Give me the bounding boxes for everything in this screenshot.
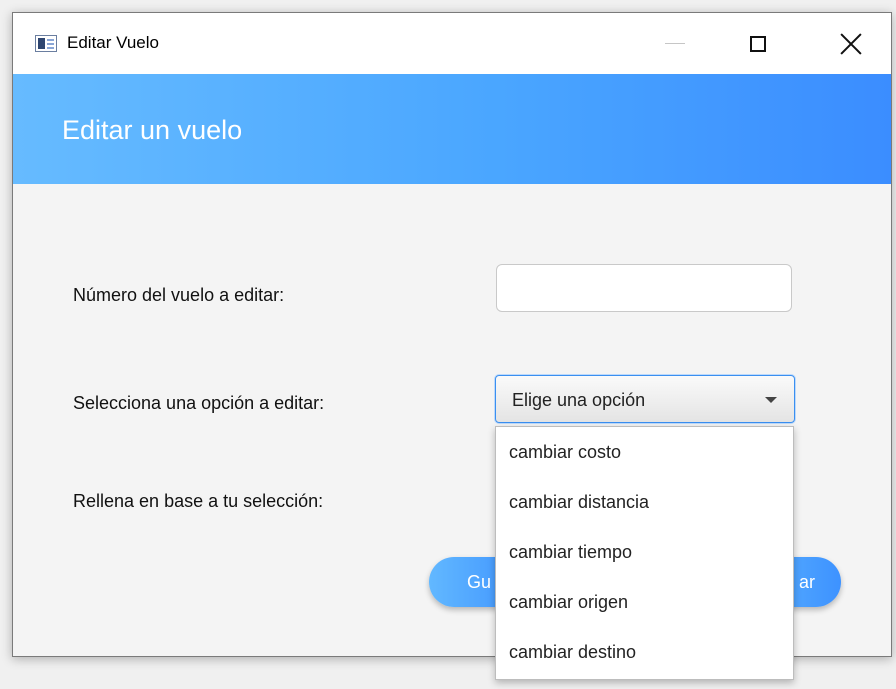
maximize-button[interactable] bbox=[730, 13, 786, 74]
title-bar: Editar Vuelo bbox=[13, 13, 891, 74]
dropdown-option-cambiar-origen[interactable]: cambiar origen bbox=[496, 577, 793, 627]
dropdown-option-cambiar-distancia[interactable]: cambiar distancia bbox=[496, 477, 793, 527]
header-banner: Editar un vuelo bbox=[13, 74, 891, 184]
dropdown-option-cambiar-costo[interactable]: cambiar costo bbox=[496, 427, 793, 477]
flight-number-input[interactable] bbox=[496, 264, 792, 312]
cancel-button-label: ar bbox=[799, 572, 816, 592]
option-select[interactable]: Elige una opción bbox=[495, 375, 795, 423]
dropdown-option-cambiar-tiempo[interactable]: cambiar tiempo bbox=[496, 527, 793, 577]
option-dropdown-list: cambiar costo cambiar distancia cambiar … bbox=[495, 426, 794, 680]
maximize-icon bbox=[750, 35, 766, 52]
window-title: Editar Vuelo bbox=[67, 33, 159, 52]
app-icon bbox=[35, 35, 57, 52]
close-button[interactable] bbox=[823, 13, 879, 74]
flight-number-label: Número del vuelo a editar: bbox=[73, 285, 285, 305]
fill-label: Rellena en base a tu selección: bbox=[73, 491, 324, 511]
minimize-icon bbox=[665, 43, 685, 44]
minimize-button[interactable] bbox=[647, 13, 703, 74]
close-icon bbox=[840, 33, 862, 55]
option-label: Selecciona una opción a editar: bbox=[73, 393, 325, 413]
page-title: Editar un vuelo bbox=[62, 115, 243, 145]
dropdown-option-cambiar-destino[interactable]: cambiar destino bbox=[496, 627, 793, 677]
option-select-value: Elige una opción bbox=[512, 390, 646, 410]
chevron-down-icon bbox=[765, 397, 777, 403]
save-button-label: Gu bbox=[467, 572, 492, 592]
